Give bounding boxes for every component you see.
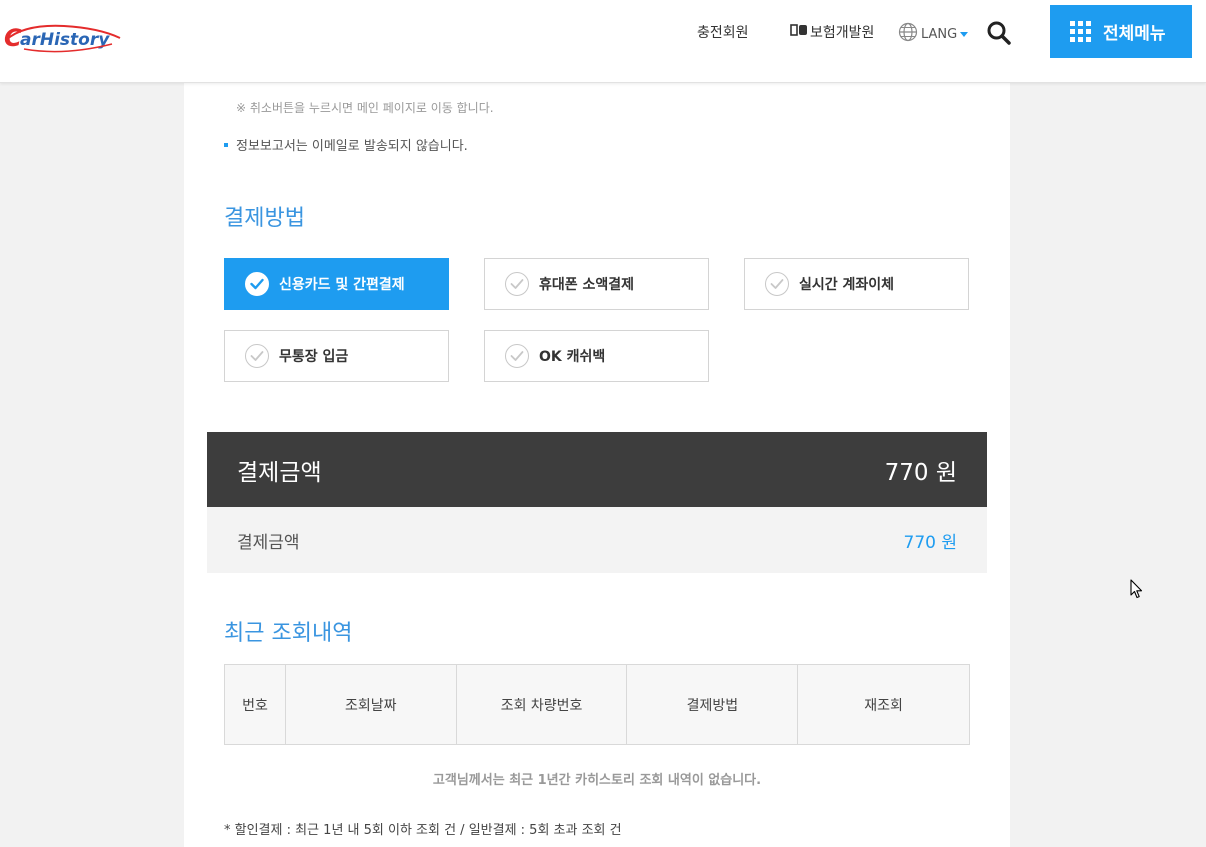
email-note-text: 정보보고서는 이메일로 발송되지 않습니다. — [236, 139, 468, 154]
bullet-square-icon — [224, 142, 228, 147]
pay-option-label: OK 캐쉬백 — [539, 349, 606, 365]
pay-option-deposit[interactable]: 무통장 입금 — [224, 330, 449, 382]
amount-detail-value: 770 원 — [903, 532, 958, 553]
recent-history-table: 번호 조회날짜 조회 차량번호 결제방법 재조회 — [224, 664, 970, 745]
pay-option-label: 휴대폰 소액결제 — [539, 277, 635, 293]
pay-option-label: 무통장 입금 — [279, 349, 349, 365]
amount-detail-row: 결제금액 770 원 — [207, 507, 987, 573]
language-label: LANG — [921, 26, 958, 42]
check-circle-icon — [765, 272, 789, 296]
table-header-row: 번호 조회날짜 조회 차량번호 결제방법 재조회 — [224, 664, 970, 745]
col-payment-method: 결제방법 — [626, 664, 799, 745]
pay-option-label: 신용카드 및 간편결제 — [279, 277, 405, 293]
col-requery: 재조회 — [797, 664, 970, 745]
check-circle-icon — [245, 272, 269, 296]
globe-icon — [898, 22, 918, 46]
check-circle-icon — [245, 344, 269, 368]
col-number: 번호 — [224, 664, 286, 745]
amount-summary-bar: 결제금액 770 원 — [207, 432, 987, 507]
search-icon — [986, 21, 1012, 50]
pay-option-mobile[interactable]: 휴대폰 소액결제 — [484, 258, 709, 310]
empty-history-message: 고객님께서는 최근 1년간 카히스토리 조회 내역이 없습니다. — [432, 773, 762, 788]
pay-option-credit-card[interactable]: 신용카드 및 간편결제 — [224, 258, 449, 310]
insurance-institute-label: 보험개발원 — [810, 25, 875, 41]
carhistory-logo[interactable]: C arHistory — [4, 18, 124, 54]
insurance-institute-link[interactable]: 보험개발원 — [790, 22, 874, 42]
amount-detail-label: 결제금액 — [237, 532, 300, 553]
insurance-logo-icon — [790, 23, 808, 41]
pay-option-ok-cashbag[interactable]: OK 캐쉬백 — [484, 330, 709, 382]
recent-history-title: 최근 조회내역 — [224, 621, 353, 646]
mouse-cursor-icon — [1130, 579, 1144, 599]
site-header: C arHistory 충전회원 보험개발원 LANG 전체메뉴 — [0, 0, 1206, 83]
grid-icon — [1070, 21, 1091, 42]
check-circle-icon — [505, 272, 529, 296]
col-vehicle-number: 조회 차량번호 — [455, 664, 628, 745]
payment-panel: ※ 취소버튼을 누르시면 메인 페이지로 이동 합니다. 정보보고서는 이메일로… — [184, 83, 1010, 847]
pay-option-bank-transfer[interactable]: 실시간 계좌이체 — [744, 258, 969, 310]
language-selector[interactable]: LANG — [898, 22, 969, 46]
email-note: 정보보고서는 이메일로 발송되지 않습니다. — [224, 135, 468, 154]
pay-option-label: 실시간 계좌이체 — [799, 277, 895, 293]
discount-footnote: * 할인결제 : 최근 1년 내 5회 이하 조회 건 / 일반결제 : 5회 … — [224, 823, 622, 838]
check-circle-icon — [505, 344, 529, 368]
search-button[interactable] — [986, 20, 1012, 46]
full-menu-button[interactable]: 전체메뉴 — [1050, 5, 1192, 58]
amount-value: 770 원 — [884, 459, 957, 486]
col-date: 조회날짜 — [284, 664, 457, 745]
payment-method-title: 결제방법 — [224, 206, 305, 231]
cancel-note: ※ 취소버튼을 누르시면 메인 페이지로 이동 합니다. — [236, 101, 494, 115]
full-menu-label: 전체메뉴 — [1103, 24, 1166, 44]
caret-down-icon — [960, 27, 969, 42]
amount-label: 결제금액 — [237, 459, 322, 486]
charge-member-link[interactable]: 충전회원 — [697, 22, 749, 42]
